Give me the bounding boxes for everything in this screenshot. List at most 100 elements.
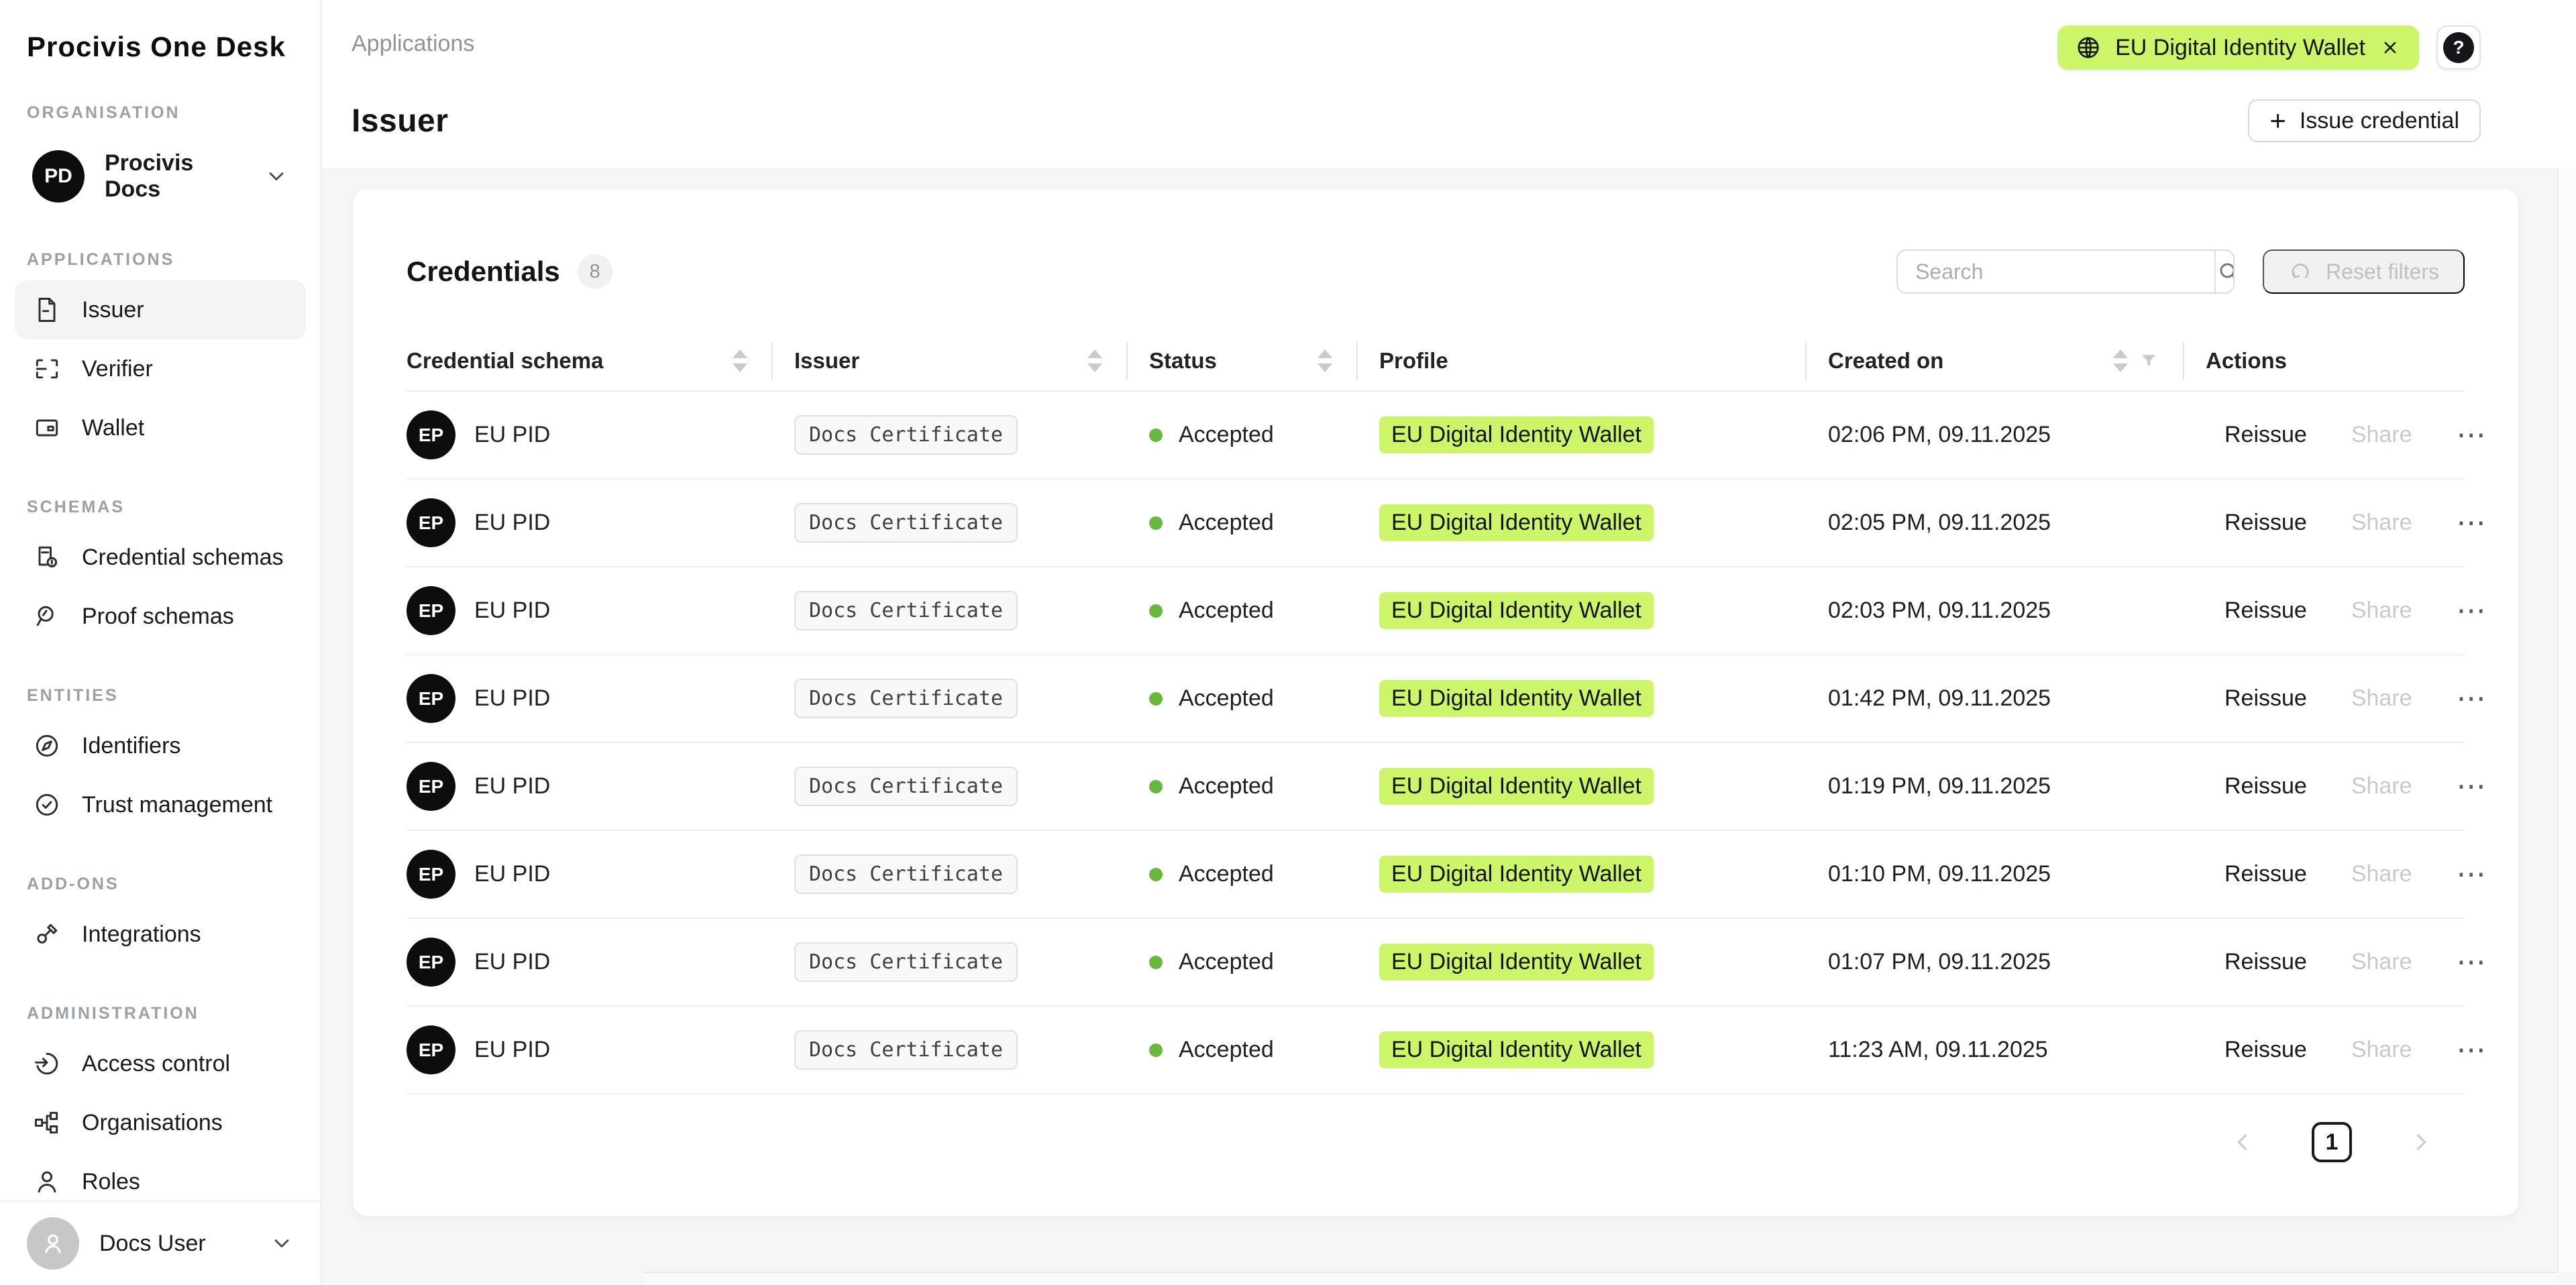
sidebar-item-credential-schemas[interactable]: Credential schemas bbox=[15, 528, 306, 587]
section-label-administration: ADMINISTRATION bbox=[27, 1004, 306, 1023]
sidebar-item-issuer[interactable]: Issuer bbox=[15, 280, 306, 339]
actions-cell: Reissue Share ⋯ bbox=[2206, 1037, 2488, 1063]
document-icon bbox=[32, 295, 62, 325]
issue-credential-button[interactable]: + Issue credential bbox=[2248, 99, 2481, 142]
reissue-button[interactable]: Reissue bbox=[2224, 949, 2307, 975]
share-button[interactable]: Share bbox=[2351, 949, 2412, 975]
table-row[interactable]: EP EU PID Docs Certificate Accepted bbox=[407, 567, 2465, 655]
table-row[interactable]: EP EU PID Docs Certificate Accepted bbox=[407, 655, 2465, 743]
credential-schema-cell: EP EU PID bbox=[407, 938, 794, 987]
panel-title-label: Credentials bbox=[407, 256, 560, 288]
sidebar-item-organisations[interactable]: Organisations bbox=[15, 1093, 306, 1152]
more-actions-button[interactable]: ⋯ bbox=[2457, 956, 2488, 968]
status-label: Accepted bbox=[1179, 861, 1274, 887]
close-icon[interactable] bbox=[2379, 36, 2402, 59]
content-area: Credentials 8 Reset filters bbox=[322, 168, 2576, 1285]
status-dot-icon bbox=[1149, 429, 1163, 442]
section-label-add-ons: ADD-ONS bbox=[27, 875, 306, 894]
table-row[interactable]: EP EU PID Docs Certificate Accepted bbox=[407, 743, 2465, 831]
more-actions-button[interactable]: ⋯ bbox=[2457, 781, 2488, 793]
issuer-badge: Docs Certificate bbox=[794, 942, 1018, 982]
issuer-badge: Docs Certificate bbox=[794, 415, 1018, 455]
sidebar-item-integrations[interactable]: Integrations bbox=[15, 905, 306, 964]
schema-name: EU PID bbox=[474, 861, 550, 887]
table-body: EP EU PID Docs Certificate Accepted bbox=[407, 392, 2465, 1095]
search-input[interactable] bbox=[1898, 251, 2214, 292]
sort-icon[interactable] bbox=[1318, 349, 1332, 372]
sidebar-item-identifiers[interactable]: Identifiers bbox=[15, 716, 306, 775]
sort-icon[interactable] bbox=[2113, 349, 2128, 372]
vertical-scrollbar[interactable] bbox=[2557, 168, 2576, 1272]
sidebar-item-proof-schemas[interactable]: Proof schemas bbox=[15, 587, 306, 646]
reissue-button[interactable]: Reissue bbox=[2224, 861, 2307, 887]
sidebar-item-roles[interactable]: Roles bbox=[15, 1152, 306, 1200]
share-button[interactable]: Share bbox=[2351, 861, 2412, 887]
share-button[interactable]: Share bbox=[2351, 1037, 2412, 1063]
app-logo: Procivis One Desk bbox=[0, 0, 321, 63]
share-button[interactable]: Share bbox=[2351, 422, 2412, 448]
issuer-cell: Docs Certificate bbox=[794, 854, 1149, 894]
chevron-left-icon[interactable] bbox=[2230, 1129, 2257, 1156]
column-label: Status bbox=[1149, 348, 1217, 374]
sidebar-item-trust-management[interactable]: Trust management bbox=[15, 775, 306, 834]
table-row[interactable]: EP EU PID Docs Certificate Accepted bbox=[407, 480, 2465, 567]
plus-icon: + bbox=[2269, 107, 2286, 135]
reissue-button[interactable]: Reissue bbox=[2224, 510, 2307, 536]
schema-avatar: EP bbox=[407, 498, 455, 547]
more-actions-button[interactable]: ⋯ bbox=[2457, 1044, 2488, 1056]
share-button[interactable]: Share bbox=[2351, 685, 2412, 712]
schema-name: EU PID bbox=[474, 510, 550, 536]
created-on-cell: 01:19 PM, 09.11.2025 bbox=[1828, 773, 2206, 799]
schema-avatar: EP bbox=[407, 938, 455, 987]
status-label: Accepted bbox=[1179, 949, 1274, 975]
more-actions-button[interactable]: ⋯ bbox=[2457, 429, 2488, 441]
sidebar-item-access-control[interactable]: Access control bbox=[15, 1034, 306, 1093]
reset-filters-button[interactable]: Reset filters bbox=[2263, 249, 2465, 294]
share-button[interactable]: Share bbox=[2351, 510, 2412, 536]
org-avatar: PD bbox=[32, 150, 85, 203]
issuer-cell: Docs Certificate bbox=[794, 503, 1149, 543]
profile-badge: EU Digital Identity Wallet bbox=[1379, 944, 1654, 981]
table-row[interactable]: EP EU PID Docs Certificate Accepted bbox=[407, 831, 2465, 919]
profile-filter-tag[interactable]: EU Digital Identity Wallet bbox=[2057, 25, 2419, 70]
table-row[interactable]: EP EU PID Docs Certificate Accepted bbox=[407, 392, 2465, 480]
created-on-cell: 01:42 PM, 09.11.2025 bbox=[1828, 685, 2206, 712]
sidebar-item-wallet[interactable]: Wallet bbox=[15, 398, 306, 457]
table-row[interactable]: EP EU PID Docs Certificate Accepted bbox=[407, 919, 2465, 1007]
actions-cell: Reissue Share ⋯ bbox=[2206, 685, 2488, 712]
filter-icon[interactable] bbox=[2139, 351, 2159, 371]
actions-cell: Reissue Share ⋯ bbox=[2206, 422, 2488, 448]
help-button[interactable]: ? bbox=[2436, 25, 2481, 70]
search-icon[interactable] bbox=[2214, 251, 2235, 292]
reissue-button[interactable]: Reissue bbox=[2224, 685, 2307, 712]
section-applications: APPLICATIONS Issuer Verifier bbox=[15, 250, 306, 457]
more-actions-button[interactable]: ⋯ bbox=[2457, 605, 2488, 617]
schema-name: EU PID bbox=[474, 773, 550, 799]
credential-schema-cell: EP EU PID bbox=[407, 674, 794, 723]
share-button[interactable]: Share bbox=[2351, 773, 2412, 799]
horizontal-scrollbar[interactable] bbox=[644, 1272, 2557, 1285]
user-menu[interactable]: Docs User bbox=[0, 1200, 321, 1285]
sort-icon[interactable] bbox=[1087, 349, 1102, 372]
reissue-button[interactable]: Reissue bbox=[2224, 773, 2307, 799]
more-actions-button[interactable]: ⋯ bbox=[2457, 693, 2488, 705]
table-row[interactable]: EP EU PID Docs Certificate Accepted bbox=[407, 1007, 2465, 1095]
profile-badge: EU Digital Identity Wallet bbox=[1379, 1031, 1654, 1068]
more-actions-button[interactable]: ⋯ bbox=[2457, 869, 2488, 881]
share-button[interactable]: Share bbox=[2351, 598, 2412, 624]
reissue-button[interactable]: Reissue bbox=[2224, 1037, 2307, 1063]
status-dot-icon bbox=[1149, 868, 1163, 881]
actions-cell: Reissue Share ⋯ bbox=[2206, 861, 2488, 887]
reissue-button[interactable]: Reissue bbox=[2224, 422, 2307, 448]
schema-avatar: EP bbox=[407, 1025, 455, 1074]
sort-icon[interactable] bbox=[733, 349, 747, 372]
user-avatar bbox=[27, 1217, 79, 1270]
status-dot-icon bbox=[1149, 604, 1163, 618]
chevron-right-icon[interactable] bbox=[2407, 1129, 2434, 1156]
reissue-button[interactable]: Reissue bbox=[2224, 598, 2307, 624]
org-switcher[interactable]: PD Procivis Docs bbox=[15, 143, 306, 210]
sidebar-item-verifier[interactable]: Verifier bbox=[15, 339, 306, 398]
created-on-cell: 02:03 PM, 09.11.2025 bbox=[1828, 598, 2206, 624]
more-actions-button[interactable]: ⋯ bbox=[2457, 517, 2488, 529]
page-number[interactable]: 1 bbox=[2312, 1122, 2352, 1162]
